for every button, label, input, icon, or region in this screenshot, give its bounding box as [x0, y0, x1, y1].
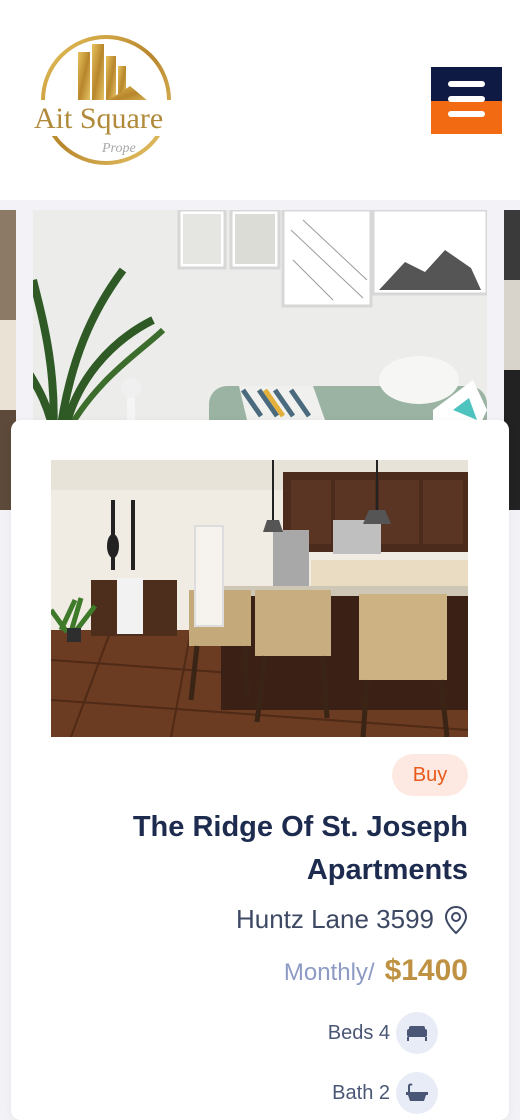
beds-row: Beds 4 — [51, 1012, 438, 1054]
kitchen-image[interactable] — [51, 460, 468, 737]
site-header: Ait Square Prope — [0, 0, 520, 200]
property-price: $1400 — [384, 954, 468, 987]
menu-button[interactable] — [431, 67, 502, 134]
living-room-image[interactable] — [33, 210, 487, 440]
property-title[interactable]: The Ridge Of St. Joseph Apartments — [51, 806, 468, 892]
bath-count: Bath 2 — [332, 1081, 390, 1104]
bathtub-icon — [396, 1072, 438, 1114]
address-row: Huntz Lane 3599 — [51, 904, 468, 935]
ait-square-logo[interactable]: Ait Square Prope — [30, 34, 176, 168]
price-row: Monthly/ $1400 — [51, 954, 468, 988]
price-period-label: Monthly/ — [283, 959, 375, 986]
beds-count: Beds 4 — [327, 1021, 390, 1044]
property-card[interactable]: Buy The Ridge Of St. Joseph Apartments H… — [11, 420, 509, 1120]
listing-type-badge[interactable]: Buy — [392, 754, 468, 796]
property-address: Huntz Lane 3599 — [235, 904, 434, 934]
bath-row: Bath 2 — [51, 1072, 438, 1114]
svg-text:Prope: Prope — [101, 141, 136, 156]
location-pin-icon — [444, 905, 468, 934]
svg-text:Ait Square: Ait Square — [34, 102, 163, 135]
bed-icon — [396, 1012, 438, 1054]
